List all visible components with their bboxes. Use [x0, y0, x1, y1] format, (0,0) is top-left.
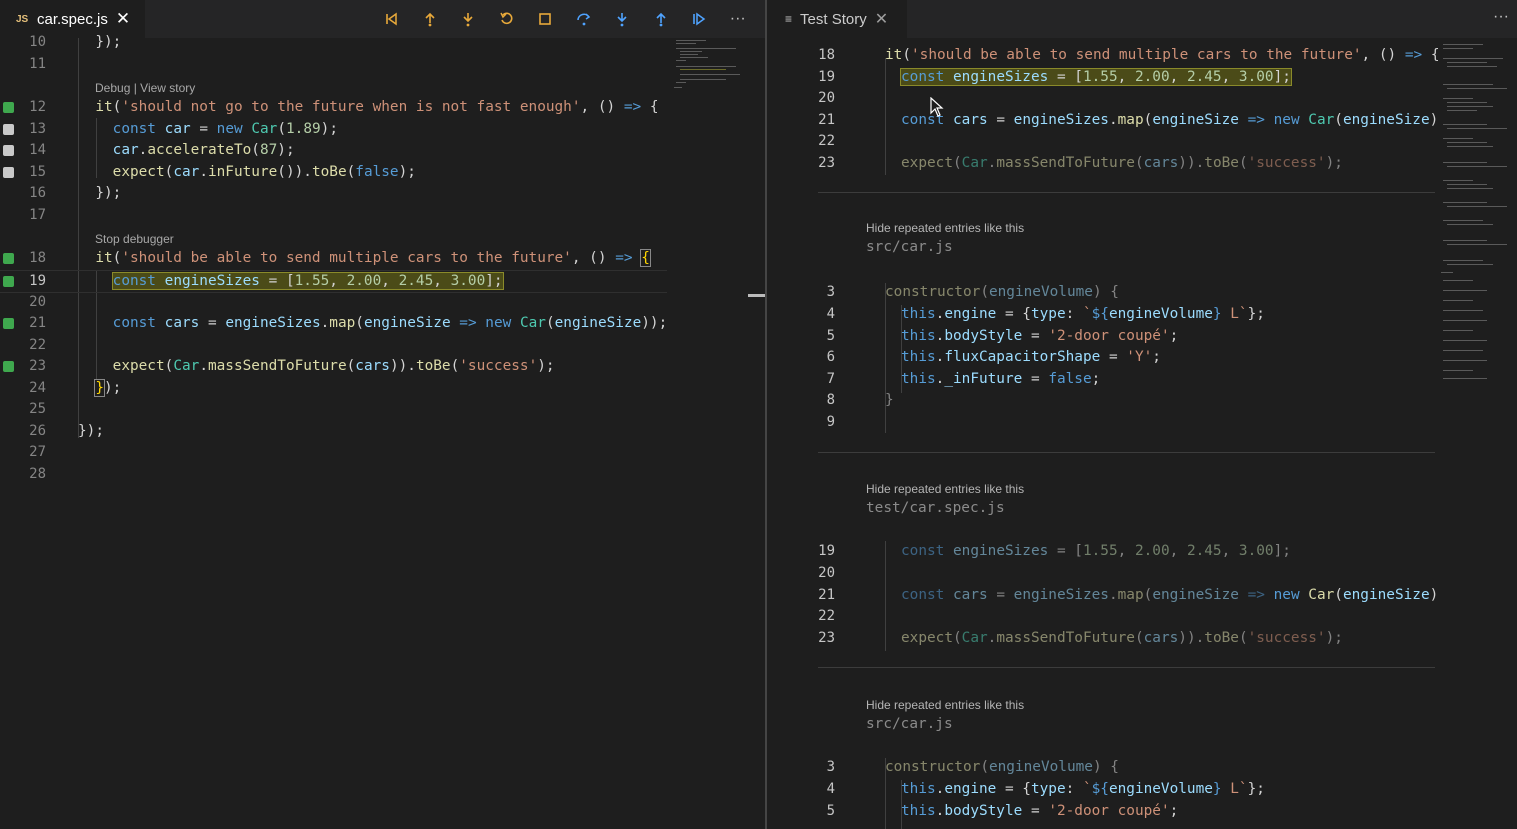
scrollbar-thumb[interactable]: [748, 294, 765, 297]
code-line: 23 expect(Car.massSendToFuture(cars)).to…: [818, 155, 1343, 171]
view-story-link[interactable]: View story: [140, 81, 195, 95]
code-line: 11: [29, 56, 46, 72]
close-icon[interactable]: ✕: [875, 9, 888, 29]
code-line: 23 expect(Car.massSendToFuture(cars)).to…: [0, 356, 670, 377]
code-line: 20: [818, 90, 835, 106]
more-actions-icon[interactable]: ···: [1493, 8, 1509, 26]
hide-repeated-link[interactable]: Hide repeated entries like this: [866, 221, 1024, 235]
code-line: 17: [29, 207, 46, 223]
code-line: 20: [818, 565, 835, 581]
coverage-marker[interactable]: [3, 361, 14, 372]
section-divider: [818, 192, 1435, 193]
code-line: 19 const engineSizes = [1.55, 2.00, 2.45…: [818, 543, 1291, 559]
stop-debugger-link[interactable]: Stop debugger: [95, 232, 174, 246]
mouse-cursor-icon: [930, 97, 944, 117]
code-line: 4 this.engine = {type: `${engineVolume} …: [826, 306, 1265, 322]
hide-repeated-link[interactable]: Hide repeated entries like this: [866, 698, 1024, 712]
code-line: 5 this.bodyStyle = '2-door coupé';: [826, 328, 1179, 344]
more-actions-icon[interactable]: ···: [719, 0, 758, 38]
code-line: 4 this.engine = {type: `${engineVolume} …: [826, 781, 1265, 797]
lines-icon: ≡: [785, 12, 793, 26]
file-label: src/car.js: [866, 716, 953, 732]
code-line: 6 this.fluxCapacitorShape = 'Y';: [826, 349, 1161, 365]
minimap[interactable]: [1439, 40, 1517, 385]
code-line: 22: [818, 608, 835, 624]
coverage-marker[interactable]: [3, 145, 14, 156]
editor-pane-right: ≡ Test Story ✕ ··· 18 it('should be able…: [767, 0, 1517, 829]
code-line: 22: [29, 337, 46, 353]
coverage-marker[interactable]: [3, 124, 14, 135]
code-line: 16 });: [29, 185, 122, 201]
story-view[interactable]: 18 it('should be able to send multiple c…: [767, 38, 1517, 829]
coverage-marker[interactable]: [3, 102, 14, 113]
code-line: 9: [826, 414, 835, 430]
code-line-current: 19 const engineSizes = [1.55, 2.00, 2.45…: [818, 68, 1292, 86]
code-line-current: 19 const engineSizes = [1.55, 2.00, 2.45…: [0, 270, 667, 293]
section-divider: [818, 667, 1435, 668]
code-line: 7 this._inFuture = false;: [826, 371, 1101, 387]
code-line: 18 it('should be able to send multiple c…: [818, 47, 1440, 63]
code-editor[interactable]: 10 }); 11 Debug | View story 12 it('shou…: [0, 34, 748, 829]
coverage-marker[interactable]: [3, 253, 14, 264]
code-line: 28: [29, 466, 46, 482]
code-line: 24 });: [29, 379, 122, 397]
minimap[interactable]: [672, 40, 742, 100]
code-line: 10 });: [29, 34, 122, 50]
debug-link[interactable]: Debug: [95, 81, 130, 95]
code-line: 26 });: [29, 423, 104, 439]
code-line: 8 }: [826, 392, 894, 408]
code-line: 3 constructor(engineVolume) {: [826, 759, 1119, 775]
section-divider: [818, 452, 1435, 453]
code-line: 15 expect(car.inFuture()).toBe(false);: [0, 162, 670, 183]
hide-repeated-link[interactable]: Hide repeated entries like this: [866, 482, 1024, 496]
close-icon[interactable]: ✕: [116, 9, 130, 29]
code-line: 14 car.accelerateTo(87);: [0, 140, 670, 161]
codelens-debug: Debug | View story: [95, 81, 196, 95]
tab-test-story[interactable]: ≡ Test Story ✕: [767, 0, 907, 38]
code-line: 27: [29, 444, 46, 460]
code-line: 23 expect(Car.massSendToFuture(cars)).to…: [818, 630, 1343, 646]
editor-tab-bar: ≡ Test Story ✕ ···: [767, 0, 1517, 38]
file-label: src/car.js: [866, 239, 953, 255]
code-line: 21 const cars = engineSizes.map(engineSi…: [0, 313, 670, 334]
code-line: 18 it('should be able to send multiple c…: [0, 248, 670, 269]
code-line: 21 const cars = engineSizes.map(engineSi…: [818, 587, 1439, 603]
coverage-marker[interactable]: [3, 318, 14, 329]
tab-label: Test Story: [800, 10, 867, 28]
code-line: 13 const car = new Car(1.89);: [0, 119, 670, 140]
coverage-marker[interactable]: [3, 276, 14, 287]
javascript-file-icon: JS: [16, 13, 29, 25]
coverage-marker[interactable]: [3, 167, 14, 178]
code-line: 5 this.bodyStyle = '2-door coupé';: [826, 803, 1179, 819]
tab-label: car.spec.js: [37, 10, 108, 28]
code-line: 21 const cars = engineSizes.map(engineSi…: [818, 112, 1439, 128]
editor-pane-left: JS car.spec.js ✕ ··· 10}); 11 Debug | V…: [0, 0, 765, 829]
code-line: 25: [29, 401, 46, 417]
code-line: 20: [29, 294, 46, 310]
code-line: 22: [818, 133, 835, 149]
code-line: 12 it('should not go to the future when …: [0, 97, 670, 118]
code-line: 3 constructor(engineVolume) {: [826, 284, 1119, 300]
continue-icon[interactable]: [680, 0, 719, 38]
file-label: test/car.spec.js: [866, 500, 1005, 516]
